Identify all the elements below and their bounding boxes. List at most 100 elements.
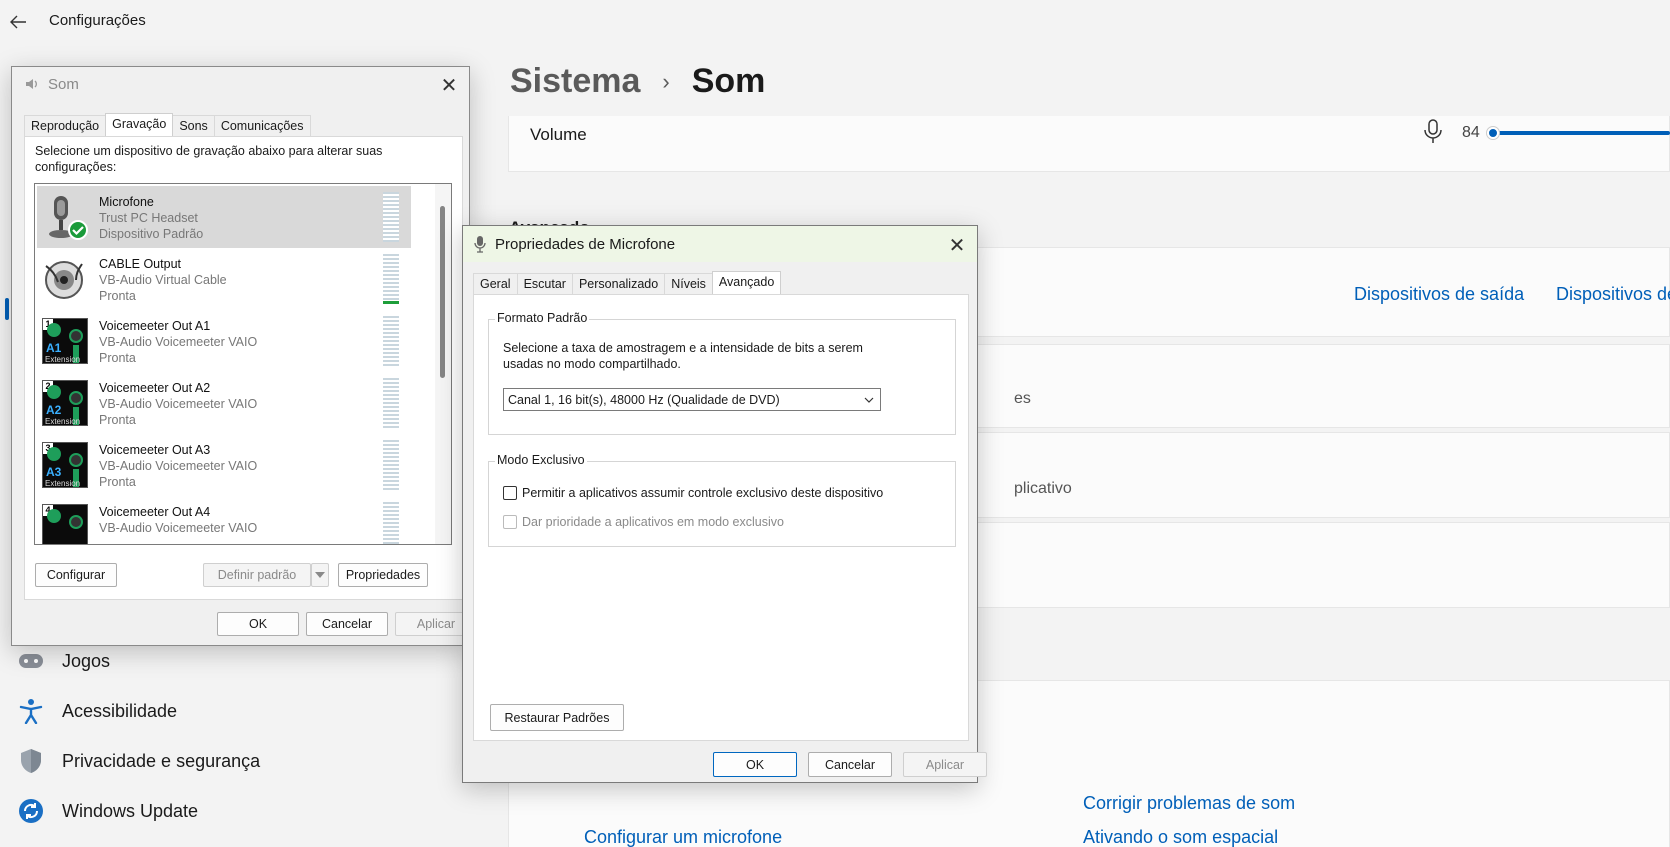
mic-tabs: Geral Escutar Personalizado Níveis Avanç… [473, 271, 782, 296]
cancel-button[interactable]: Cancelar [808, 752, 892, 777]
device-list-scrollbar[interactable] [435, 184, 451, 544]
som-dialog-titlebar: Som [12, 67, 469, 101]
allow-exclusive-label[interactable]: Permitir a aplicativos assumir controle … [522, 486, 883, 500]
extension-label: Extension [45, 417, 81, 426]
close-icon: ✕ [440, 74, 458, 97]
device-status: Pronta [99, 289, 136, 303]
mic-dialog-title: Propriedades de Microfone [495, 235, 676, 253]
knob-icon [69, 515, 83, 529]
device-subtitle: VB-Audio Virtual Cable [99, 273, 227, 287]
device-name: Voicemeeter Out A2 [99, 381, 211, 395]
tab-niveis[interactable]: Níveis [664, 273, 713, 296]
page-title: Som [691, 62, 766, 100]
device-status: Pronta [99, 475, 136, 489]
device-status: Dispositivo Padrão [99, 227, 204, 241]
level-meter [383, 316, 399, 366]
partial-text-aplicativo: plicativo [1014, 480, 1072, 497]
breadcrumb: Sistema › Som [510, 62, 765, 101]
mic-dialog-titlebar: Propriedades de Microfone [463, 226, 977, 262]
default-format-description: Selecione a taxa de amostragem e a inten… [503, 341, 863, 371]
tab-sons[interactable]: Sons [172, 115, 215, 138]
microphone-icon[interactable] [1422, 118, 1444, 151]
breadcrumb-sistema[interactable]: Sistema [510, 62, 640, 101]
tab-escutar[interactable]: Escutar [516, 273, 573, 296]
triangle-down-icon [315, 572, 325, 578]
device-name: Voicemeeter Out A3 [99, 443, 211, 457]
scrollbar-thumb[interactable] [440, 206, 445, 378]
properties-button[interactable]: Propriedades [338, 563, 428, 587]
som-dialog-title: Som [48, 75, 79, 93]
exclusive-mode-group: Modo Exclusivo Permitir a aplicativos as… [488, 453, 956, 547]
mic-tab-panel: Formato Padrão Selecione a taxa de amost… [473, 294, 969, 741]
tab-avancado[interactable]: Avançado [711, 271, 782, 294]
sidebar-selection-indicator [5, 298, 9, 320]
chevron-right-icon: › [662, 68, 670, 94]
tab-gravacao[interactable]: Gravação [105, 113, 174, 136]
level-meter [383, 502, 399, 544]
sidebar-item-label: Windows Update [62, 800, 199, 821]
mic-properties-dialog: Propriedades de Microfone ✕ Geral Escuta… [462, 225, 987, 783]
sidebar-item-jogos[interactable]: Jogos [18, 648, 110, 674]
link-fix-sound[interactable]: Corrigir problemas de som [1083, 793, 1295, 814]
volume-value: 84 [1462, 124, 1480, 141]
close-button[interactable]: ✕ [945, 233, 969, 257]
close-button[interactable]: ✕ [437, 73, 461, 97]
allow-exclusive-checkbox[interactable] [503, 486, 517, 500]
link-spatial-sound[interactable]: Ativando o som espacial [1083, 827, 1278, 847]
back-button[interactable] [6, 10, 30, 34]
knob-icon [69, 453, 83, 467]
cancel-button[interactable]: Cancelar [306, 612, 388, 636]
volume-slider-thumb[interactable] [1487, 127, 1499, 139]
knob-icon [69, 329, 83, 343]
set-default-button[interactable]: Definir padrão [203, 563, 311, 587]
tab-comunicacoes[interactable]: Comunicações [213, 115, 311, 138]
microphone-icon [473, 235, 487, 253]
tab-reproducao[interactable]: Reprodução [24, 115, 107, 138]
restore-defaults-button[interactable]: Restaurar Padrões [490, 704, 624, 731]
link-output-devices[interactable]: Dispositivos de saída [1354, 284, 1524, 305]
level-meter [383, 378, 399, 428]
ok-button[interactable]: OK [217, 612, 299, 636]
device-name: Voicemeeter Out A4 [99, 505, 211, 519]
sidebar-item-windows-update[interactable]: Windows Update [18, 798, 198, 824]
ok-button[interactable]: OK [713, 752, 797, 777]
give-priority-checkbox[interactable] [503, 515, 517, 529]
update-icon [18, 798, 44, 824]
shield-icon [18, 748, 44, 774]
apply-button[interactable]: Aplicar [903, 752, 987, 777]
configure-button[interactable]: Configurar [35, 563, 117, 587]
default-format-title: Formato Padrão [495, 311, 590, 325]
device-row-voicemeeter-a3[interactable]: 3 A3 Extension Voicemeeter Out A3 VB-Aud… [37, 434, 411, 496]
tab-geral[interactable]: Geral [473, 273, 518, 296]
volume-slider[interactable] [1492, 131, 1670, 135]
sidebar-item-label: Privacidade e segurança [62, 750, 261, 771]
voicemeeter-icon: 2 A2 Extension [42, 380, 88, 426]
arrow-left-icon [10, 15, 26, 29]
voicemeeter-icon: 4 [42, 504, 88, 544]
device-name: CABLE Output [99, 257, 181, 271]
link-setup-mic[interactable]: Configurar um microfone [584, 827, 782, 847]
device-row-voicemeeter-a4[interactable]: 4 Voicemeeter Out A4 VB-Audio Voicemeete… [37, 496, 411, 544]
speaker-icon [24, 76, 40, 92]
level-meter [383, 440, 399, 490]
device-row-voicemeeter-a2[interactable]: 2 A2 Extension Voicemeeter Out A2 VB-Aud… [37, 372, 411, 434]
knob-icon [47, 447, 61, 461]
sidebar-item-acessibilidade[interactable]: Acessibilidade [18, 698, 177, 724]
device-row-voicemeeter-a1[interactable]: 1 A1 Extension Voicemeeter Out A1 VB-Aud… [37, 310, 411, 372]
device-name: Voicemeeter Out A1 [99, 319, 211, 333]
link-output-devices-2[interactable]: Dispositivos de [1556, 284, 1670, 305]
app-title: Configurações [49, 12, 146, 29]
tab-personalizado[interactable]: Personalizado [571, 273, 666, 296]
device-row-cable-output[interactable]: CABLE Output VB-Audio Virtual Cable Pron… [37, 248, 411, 310]
device-subtitle: Trust PC Headset [99, 211, 198, 225]
microphone-icon [42, 194, 88, 240]
device-row-microfone[interactable]: Microfone Trust PC Headset Dispositivo P… [37, 186, 411, 248]
device-subtitle: VB-Audio Voicemeeter VAIO [99, 397, 258, 411]
sidebar-item-privacidade[interactable]: Privacidade e segurança [18, 748, 260, 774]
recording-instruction: Selecione um dispositivo de gravação aba… [35, 144, 383, 174]
recording-device-list[interactable]: Microfone Trust PC Headset Dispositivo P… [34, 183, 452, 545]
set-default-dropdown[interactable] [311, 563, 329, 587]
knob-icon [47, 509, 61, 523]
sample-rate-select[interactable]: Canal 1, 16 bit(s), 48000 Hz (Qualidade … [503, 388, 881, 411]
device-subtitle: VB-Audio Voicemeeter VAIO [99, 335, 258, 349]
